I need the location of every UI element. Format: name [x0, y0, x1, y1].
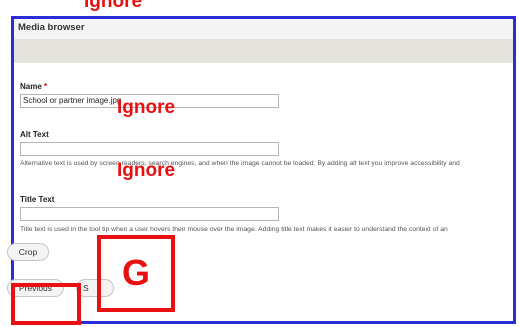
annotation-ignore-alt: Ignore: [117, 160, 176, 181]
title-text-label: Title Text: [20, 195, 55, 204]
dialog-titlebar: Media browser: [14, 19, 513, 40]
alt-text-input[interactable]: [20, 142, 279, 156]
annotation-g-box: G: [97, 235, 175, 312]
media-browser-dialog: Media browser Name * Alt Text Alternativ…: [11, 16, 516, 324]
dialog-toolbar: [14, 39, 513, 63]
dialog-title: Media browser: [18, 22, 85, 33]
annotation-ignore-name: Ignore: [117, 97, 176, 118]
alt-text-description: Alternative text is used by screen reade…: [20, 160, 460, 167]
annotation-g-label: G: [121, 252, 150, 293]
required-mark: *: [44, 82, 48, 91]
annotation-previous-highlight: [11, 283, 81, 325]
title-text-input[interactable]: [20, 207, 279, 221]
crop-button[interactable]: Crop: [7, 243, 49, 261]
title-text-description: Title text is used in the tool tip when …: [20, 226, 448, 233]
name-label: Name *: [20, 82, 48, 91]
annotation-ignore-top: Ignore: [84, 0, 143, 12]
alt-text-label: Alt Text: [20, 130, 49, 139]
